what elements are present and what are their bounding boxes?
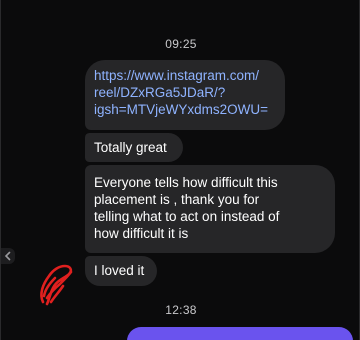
link-line-3[interactable]: igsh=MTVjeWYxdms2OWU= <box>94 101 275 118</box>
timestamp-top: 09:25 <box>165 37 197 51</box>
message-line-4: how difficult it is <box>94 226 189 241</box>
link-line-1[interactable]: https://www.instagram.com/ <box>94 67 275 84</box>
timestamp-bottom: 12:38 <box>165 303 197 317</box>
side-collapse-handle[interactable] <box>1 248 15 264</box>
message-bubble-totally-great[interactable]: Totally great <box>85 133 183 162</box>
message-text: Totally great <box>94 140 167 155</box>
message-bubble-feedback[interactable]: Everyone tells how difficult this placem… <box>85 165 335 253</box>
message-line-3: telling what to act on instead of <box>94 209 280 224</box>
outgoing-message-bubble[interactable] <box>127 327 353 340</box>
message-line-2: placement is , thank you for <box>94 192 260 207</box>
chat-screen: 09:25 https://www.instagram.com/ reel/DZ… <box>0 0 360 340</box>
link-line-2[interactable]: reel/DZxRGa5JDaR/? <box>94 84 275 101</box>
message-text: I loved it <box>94 263 145 278</box>
message-bubble-loved-it[interactable]: I loved it <box>85 256 157 286</box>
red-scribble-mark <box>40 264 73 306</box>
message-line-1: Everyone tells how difficult this <box>94 175 278 190</box>
link-message-bubble[interactable]: https://www.instagram.com/ reel/DZxRGa5J… <box>85 60 285 130</box>
chevron-left-icon <box>4 251 11 261</box>
